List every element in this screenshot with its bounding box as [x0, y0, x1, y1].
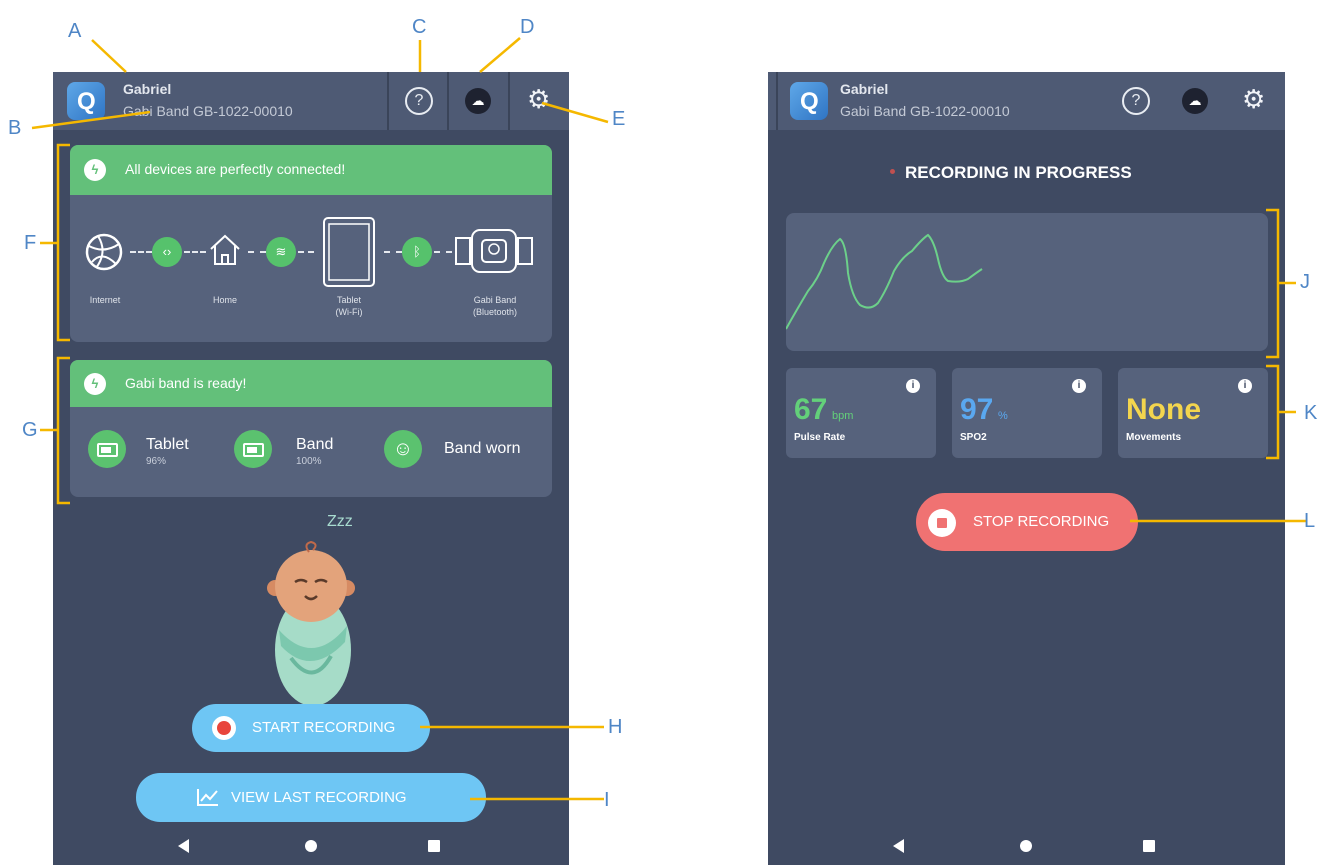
annotation-label-b: B	[8, 117, 22, 139]
annotation-label-d: D	[520, 16, 535, 38]
annotation-label-f: F	[24, 232, 37, 254]
annotation-label-i: I	[604, 789, 610, 811]
annotation-label-c: C	[412, 16, 427, 38]
annotation-label-j: J	[1300, 271, 1310, 293]
annotation-label-a: A	[68, 20, 82, 42]
annotation-label-h: H	[608, 716, 623, 738]
annotation-label-k: K	[1304, 402, 1318, 424]
annotation-label-e: E	[612, 108, 626, 130]
annotation-lines	[31, 37, 1306, 801]
annotation-label-g: G	[22, 419, 38, 441]
annotation-label-l: L	[1304, 510, 1316, 532]
